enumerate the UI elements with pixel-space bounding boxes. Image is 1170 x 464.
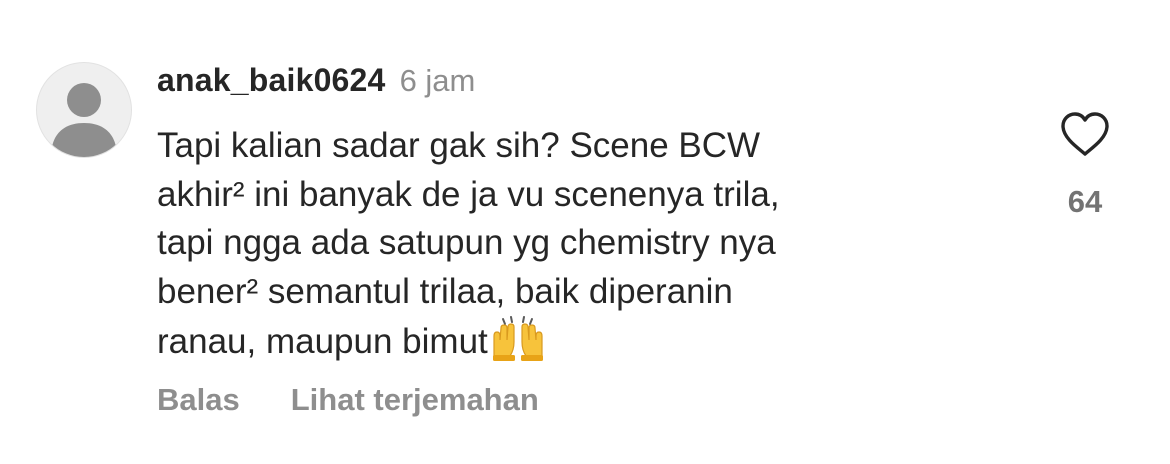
comment-content: anak_baik0624 6 jam Tapi kalian sadar ga…: [157, 62, 957, 365]
raising-hands-emoji-icon: [492, 316, 543, 361]
default-avatar-icon: [51, 83, 117, 157]
heart-outline-icon: [1061, 112, 1109, 156]
comment-header: anak_baik0624 6 jam: [157, 62, 957, 106]
comment-text-line: bener² semantul trilaa, baik diperanin: [157, 271, 733, 311]
like-button[interactable]: [1059, 110, 1111, 158]
comment-text-last-line: ranau, maupun bimut: [157, 316, 957, 365]
see-translation-button[interactable]: Lihat terjemahan: [291, 382, 539, 418]
like-count[interactable]: 64: [1040, 184, 1130, 220]
avatar[interactable]: [36, 62, 132, 158]
comment-text: Tapi kalian sadar gak sih? Scene BCW akh…: [157, 122, 957, 365]
comment-text-line: Tapi kalian sadar gak sih? Scene BCW: [157, 126, 761, 165]
timestamp[interactable]: 6 jam: [400, 63, 476, 99]
reply-button[interactable]: Balas: [157, 382, 240, 418]
comment-text-line: tapi ngga ada satupun yg chemistry nya: [157, 223, 776, 262]
username[interactable]: anak_baik0624: [157, 62, 386, 99]
comment-item: anak_baik0624 6 jam Tapi kalian sadar ga…: [0, 0, 1170, 464]
comment-text-line: akhir² ini banyak de ja vu scenenya tril…: [157, 174, 780, 214]
comment-actions: Balas Lihat terjemahan: [157, 382, 539, 418]
comment-text-line: ranau, maupun bimut: [157, 322, 488, 361]
